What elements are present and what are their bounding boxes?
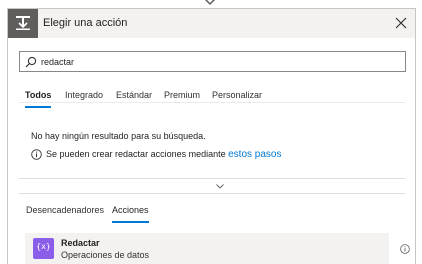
- action-title: Redactar: [61, 238, 100, 248]
- tab-estandar[interactable]: Estándar: [116, 90, 152, 108]
- search-box[interactable]: [19, 51, 406, 72]
- info-message: Se pueden crear redactar acciones median…: [31, 149, 282, 160]
- action-subtitle: Operaciones de datos: [61, 250, 150, 260]
- dialog-title: Elegir una acción: [43, 17, 128, 29]
- divider: [19, 102, 405, 103]
- steps-link[interactable]: estos pasos: [228, 149, 281, 160]
- info-icon: [31, 149, 42, 160]
- no-results-message: No hay ningún resultado para su búsqueda…: [31, 131, 206, 141]
- trigger-action-icon: [8, 9, 38, 38]
- close-button[interactable]: [393, 15, 409, 31]
- tab-desencadenadores[interactable]: Desencadenadores: [26, 205, 104, 223]
- expand-toggle[interactable]: [19, 178, 405, 194]
- close-icon: [395, 17, 407, 29]
- search-input[interactable]: [41, 53, 391, 70]
- chevron-down-icon: [216, 184, 224, 189]
- action-item-redactar[interactable]: {x} Redactar Operaciones de datos: [25, 233, 389, 264]
- data-operation-icon: {x}: [33, 238, 54, 259]
- tab-integrado[interactable]: Integrado: [65, 90, 103, 108]
- info-text: Se pueden crear redactar acciones median…: [46, 149, 226, 159]
- choose-action-dialog: Elegir una acción Todos Integrado Estánd…: [7, 8, 416, 264]
- tab-premium[interactable]: Premium: [164, 90, 200, 108]
- tab-acciones[interactable]: Acciones: [112, 205, 149, 223]
- connector-arrow-icon: [204, 0, 216, 6]
- dialog-header: Elegir una acción: [8, 9, 415, 38]
- info-icon[interactable]: [400, 244, 410, 254]
- data-operation-icon-glyph: {x}: [36, 242, 51, 251]
- search-icon: [25, 56, 37, 68]
- tab-personalizar[interactable]: Personalizar: [212, 90, 262, 108]
- tab-todos[interactable]: Todos: [25, 90, 52, 108]
